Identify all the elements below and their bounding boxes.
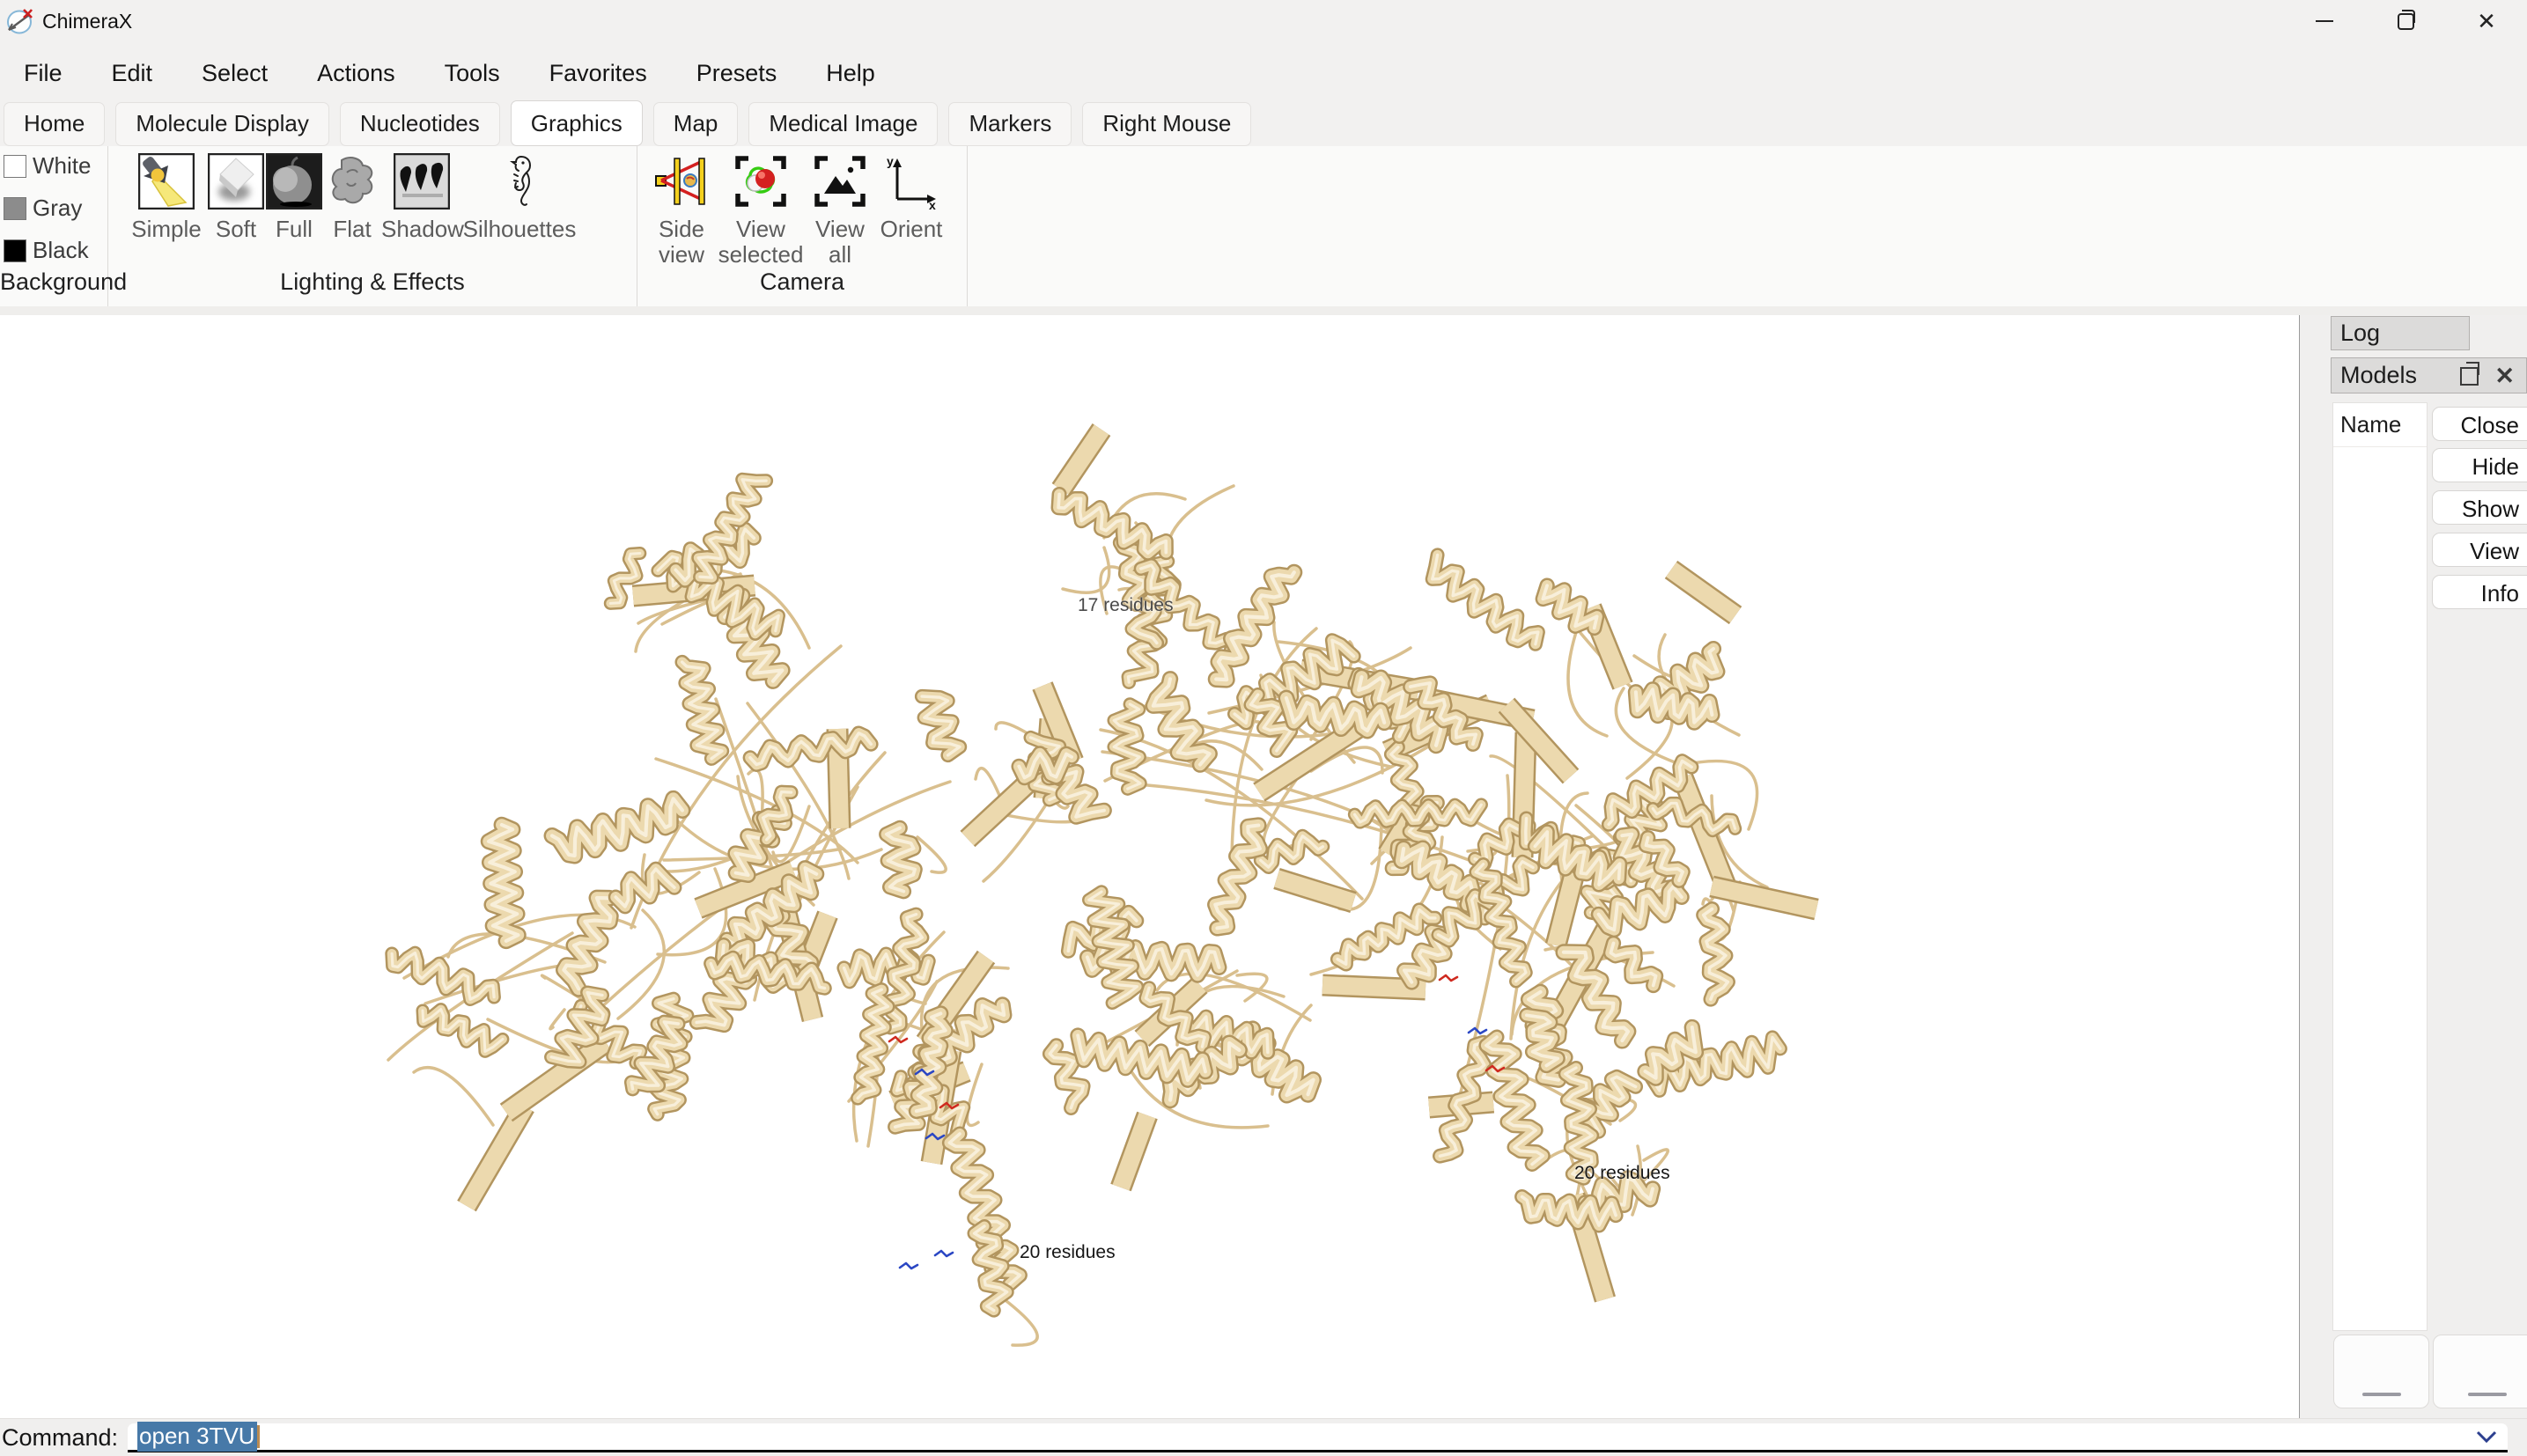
tab-right-mouse[interactable]: Right Mouse: [1082, 102, 1251, 146]
close-panel-icon[interactable]: ✕: [2494, 363, 2515, 390]
menu-bar: File Edit Select Actions Tools Favorites…: [0, 42, 2527, 104]
dash-icon: [2468, 1393, 2507, 1396]
residue-label-17: 17 residues: [1078, 595, 1174, 616]
simple-lighting-label: Simple: [126, 217, 207, 242]
menu-select[interactable]: Select: [202, 60, 268, 87]
restore-icon: [2398, 13, 2414, 30]
close-button[interactable]: ✕: [2446, 0, 2527, 42]
menu-presets[interactable]: Presets: [696, 60, 777, 87]
command-bar: Command: open 3TVU: [0, 1418, 2527, 1456]
silhouettes-label: Silhouettes: [462, 217, 577, 242]
full-lighting-label: Full: [265, 217, 323, 242]
tab-markers[interactable]: Markers: [948, 102, 1072, 146]
tab-graphics[interactable]: Graphics: [511, 100, 643, 146]
view-all-label: View all: [807, 217, 873, 268]
orient-label: Orient: [873, 217, 949, 242]
svg-text:y: y: [887, 154, 894, 168]
menu-help[interactable]: Help: [826, 60, 875, 87]
models-close-button[interactable]: Close: [2432, 407, 2527, 441]
restore-button[interactable]: [2365, 0, 2446, 42]
background-group-label: Background: [0, 268, 107, 296]
menu-edit[interactable]: Edit: [112, 60, 153, 87]
float-panel-icon[interactable]: [2460, 367, 2479, 386]
log-panel-tab[interactable]: Log: [2331, 316, 2470, 350]
minimize-icon: [2316, 20, 2333, 22]
view-all-icon: [812, 153, 868, 210]
menu-tools[interactable]: Tools: [445, 60, 500, 87]
soft-lighting-label: Soft: [207, 217, 265, 242]
background-black-button[interactable]: Black: [4, 239, 107, 262]
shadow-lighting-label: Shadow: [381, 217, 462, 242]
close-icon: ✕: [2477, 10, 2496, 33]
minimize-button[interactable]: [2284, 0, 2365, 42]
svg-text:x: x: [929, 198, 936, 210]
models-hide-button[interactable]: Hide: [2432, 448, 2527, 482]
chevron-down-icon[interactable]: [2476, 1430, 2497, 1443]
dash-icon: [2362, 1393, 2401, 1396]
orient-axes-icon: y x: [883, 153, 939, 210]
silhouettes-seahorse-icon: [491, 153, 548, 210]
background-white-label: White: [33, 152, 91, 180]
residue-label-20-bottom: 20 residues: [1020, 1242, 1116, 1263]
flat-lighting-icon: [324, 153, 380, 210]
tab-molecule-display[interactable]: Molecule Display: [115, 102, 329, 146]
tab-home[interactable]: Home: [4, 102, 105, 146]
text-caret: [257, 1425, 260, 1448]
models-panel-titlebar[interactable]: Models ✕: [2331, 357, 2527, 393]
window-title: ChimeraX: [42, 10, 132, 33]
tab-medical-image[interactable]: Medical Image: [748, 102, 938, 146]
lighting-group-label: Lighting & Effects: [108, 268, 637, 296]
soft-lighting-icon: [208, 153, 264, 210]
simple-lighting-icon: [138, 153, 195, 210]
models-info-button[interactable]: Info: [2432, 575, 2527, 609]
background-gray-label: Gray: [33, 195, 82, 222]
chimerax-logo-icon: [5, 6, 35, 36]
background-black-label: Black: [33, 237, 89, 264]
view-selected-label: View selected: [715, 217, 807, 268]
command-input[interactable]: open 3TVU: [128, 1423, 2508, 1452]
side-view-label: Side view: [648, 217, 715, 268]
flat-lighting-label: Flat: [323, 217, 381, 242]
camera-group: Side view View selected View all: [637, 146, 968, 306]
title-bar: ChimeraX ✕: [0, 0, 2527, 42]
models-show-button[interactable]: Show: [2432, 490, 2527, 525]
graphics-viewport[interactable]: 17 residues 20 residues 20 residues: [0, 315, 2300, 1419]
menu-actions[interactable]: Actions: [317, 60, 395, 87]
camera-group-label: Camera: [637, 268, 967, 296]
background-gray-button[interactable]: Gray: [4, 196, 107, 220]
black-swatch-icon: [4, 239, 26, 262]
view-selected-icon: [733, 153, 789, 210]
log-panel-label: Log: [2340, 320, 2380, 347]
panel-stub-button-left[interactable]: [2333, 1335, 2429, 1408]
gray-swatch-icon: [4, 197, 26, 220]
models-panel-title: Models: [2340, 362, 2417, 389]
name-column-header[interactable]: Name: [2333, 403, 2427, 447]
ribbon-toolbar: White Gray Black Background Simple: [0, 146, 2527, 306]
shadow-lighting-icon: [394, 153, 450, 210]
residue-label-20-right: 20 residues: [1574, 1163, 1670, 1184]
panel-stub-button-right[interactable]: [2433, 1335, 2527, 1408]
lighting-effects-group: Simple Soft Full: [108, 146, 637, 306]
toolbar-tab-row: Home Molecule Display Nucleotides Graphi…: [0, 104, 2527, 146]
window-controls: ✕: [2284, 0, 2527, 42]
command-selected-text: open 3TVU: [137, 1422, 257, 1452]
right-tool-panel: Log Models ✕ Name Close Hide Show View I…: [2299, 315, 2527, 1419]
white-swatch-icon: [4, 155, 26, 178]
background-group: White Gray Black Background: [0, 146, 108, 306]
models-name-column: Name: [2332, 402, 2428, 1331]
models-view-button[interactable]: View: [2432, 533, 2527, 567]
tab-map[interactable]: Map: [653, 102, 739, 146]
menu-file[interactable]: File: [24, 60, 63, 87]
full-lighting-icon: [266, 153, 322, 210]
tab-nucleotides[interactable]: Nucleotides: [340, 102, 500, 146]
menu-favorites[interactable]: Favorites: [549, 60, 647, 87]
side-view-icon: [653, 153, 710, 210]
background-white-button[interactable]: White: [4, 154, 107, 178]
protein-ribbon-structure: [0, 315, 2300, 1419]
command-label: Command:: [2, 1424, 118, 1452]
